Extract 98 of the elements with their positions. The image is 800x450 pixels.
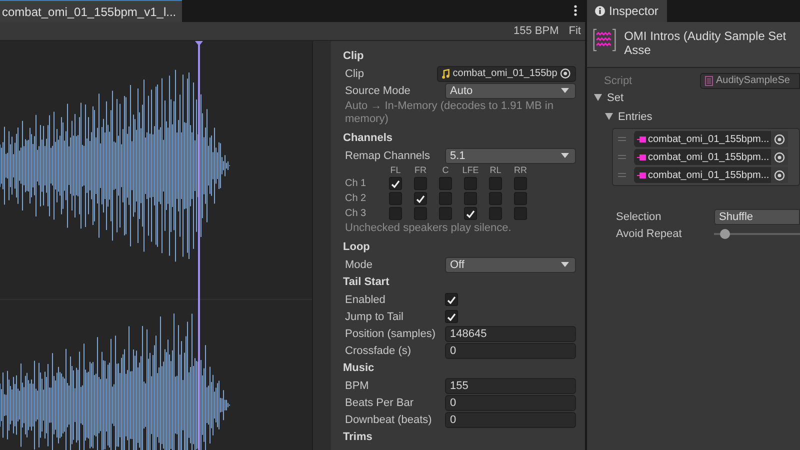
speaker-checkbox[interactable] [439,192,452,205]
speaker-checkbox[interactable] [514,192,527,205]
field-label: Position (samples) [345,328,436,340]
object-picker-icon[interactable] [774,134,786,144]
speaker-checkbox[interactable] [514,207,527,220]
speaker-checkbox[interactable] [414,192,427,205]
field-label: Downbeat (beats) [345,414,433,426]
object-picker-icon[interactable] [774,152,786,162]
section-title: Channels [343,132,394,146]
channel-label: Ch 2 [345,193,368,204]
dropdown[interactable]: 5.1 [445,148,576,164]
field-label: Selection [616,210,662,222]
music-note-icon [442,68,450,78]
info-icon [595,6,605,16]
speaker-checkbox[interactable] [464,192,477,205]
section-title: Clip [343,50,365,64]
slider-thumb[interactable] [720,228,730,238]
column-header: LFE [461,165,480,175]
dropdown[interactable]: Off [445,256,576,272]
more-menu-icon[interactable] [574,5,577,16]
field-label: Remap Channels [345,150,431,162]
dropdown-caret-icon [561,88,569,93]
sample-set-asset-icon [593,27,616,53]
column-header: C [441,165,450,175]
field-label: Script [604,74,634,86]
dropdown-caret-icon [561,153,569,158]
field-label: Enabled [345,294,386,306]
bpm-label: 155 BPM [514,25,559,37]
audio-clip-icon [637,154,646,160]
entries-foldout[interactable]: Entries [605,110,652,122]
section-title: Tail Start [343,276,390,290]
section-title: Trims [343,431,374,445]
column-header: FL [389,165,402,175]
drag-handle-icon[interactable] [618,155,626,159]
speaker-checkbox[interactable] [414,207,427,220]
checkmark-icon [416,194,425,202]
speaker-checkbox[interactable] [489,177,502,190]
object-picker-icon[interactable] [774,170,786,180]
field-label: Crossfade (s) [345,344,412,356]
field-label: BPM [345,380,370,392]
number-field[interactable]: 148645 [445,326,576,342]
script-icon [705,76,713,86]
foldout-arrow-icon[interactable] [594,94,602,101]
object-picker-icon[interactable] [560,68,571,79]
number-field[interactable]: 0 [445,394,576,410]
checkmark-icon [466,210,475,218]
drag-handle-icon[interactable] [618,173,626,177]
audio-clip-icon [637,136,646,142]
field-label: Source Mode [345,84,412,96]
dropdown[interactable]: Auto [445,82,576,98]
speaker-checkbox[interactable] [464,207,477,220]
set-foldout[interactable]: Set [594,92,624,104]
splitter-bar[interactable] [312,41,331,450]
inspector-tab[interactable]: Inspector [587,0,667,22]
hint-text: Unchecked speakers play silence. [345,222,512,235]
column-header: FR [414,165,428,175]
speaker-checkbox[interactable] [489,207,502,220]
dropdown[interactable]: Shuffle [714,208,800,224]
audio-clip-field[interactable]: combat_omi_01_155bpm... [634,131,788,147]
speaker-checkbox[interactable] [414,177,427,190]
foldout-arrow-icon[interactable] [605,113,613,120]
speaker-checkbox[interactable] [439,207,452,220]
field-label: Avoid Repeat [616,228,683,240]
field-label: Mode [345,258,374,270]
number-field[interactable]: 0 [445,342,576,358]
field-label: Beats Per Bar [345,396,414,408]
channel-label: Ch 3 [345,208,368,219]
playhead-marker[interactable] [195,41,203,450]
field-label: Clip [345,68,365,80]
section-title: Music [343,362,376,376]
speaker-checkbox[interactable] [489,192,502,205]
speaker-checkbox[interactable] [389,177,402,190]
speaker-checkbox[interactable] [439,177,452,190]
zoom-button[interactable]: Fit [568,25,581,37]
checkbox[interactable] [445,310,458,323]
channel-label: Ch 1 [345,178,368,189]
editor-tab[interactable]: combat_omi_01_155bpm_v1_l... [0,0,182,22]
number-field[interactable]: 155 [445,378,576,394]
asset-title: OMI Intros (Audity Sample Set Asse [624,29,788,57]
speaker-checkbox[interactable] [389,207,402,220]
audio-clip-field[interactable]: combat_omi_01_155bpm... [634,167,788,183]
speaker-checkbox[interactable] [389,192,402,205]
hint-text: Auto → In-Memory (decodes to 1.91 MB in memory) [345,100,554,126]
checkmark-icon [391,180,400,188]
speaker-checkbox[interactable] [464,177,477,190]
field-label: Jump to Tail [345,310,404,322]
column-header: RR [513,165,528,175]
dropdown-caret-icon [561,262,569,267]
column-header: RL [488,165,502,175]
section-title: Loop [343,241,371,255]
checkbox[interactable] [445,293,458,306]
script-field: AuditySampleSe [700,72,800,88]
speaker-checkbox[interactable] [514,177,527,190]
audio-clip-field[interactable]: combat_omi_01_155bpm... [634,149,788,165]
number-field[interactable]: 0 [445,412,576,428]
audio-clip-icon [637,172,646,178]
drag-handle-icon[interactable] [618,137,626,141]
object-field[interactable]: combat_omi_01_155bp [437,66,576,82]
